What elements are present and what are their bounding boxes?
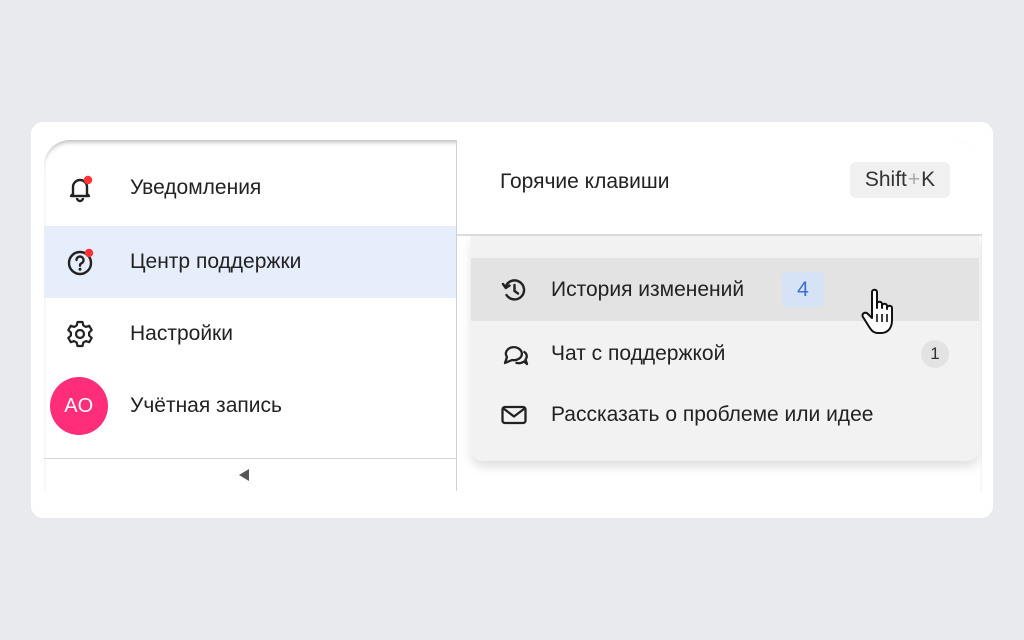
menu-item-label: Чат с поддержкой bbox=[551, 341, 726, 365]
changes-count-badge: 4 bbox=[782, 272, 824, 307]
mail-icon bbox=[499, 400, 529, 430]
shortcut-badge: Shift + K bbox=[850, 162, 950, 198]
shortcut-key: Shift bbox=[864, 168, 907, 191]
hotkeys-label: Горячие клавиши bbox=[500, 170, 670, 193]
menu-item-label: История изменений bbox=[551, 277, 745, 301]
unread-count-badge: 1 bbox=[921, 339, 949, 368]
right-panel: Горячие клавиши Shift + K История изменени… bbox=[44, 140, 982, 491]
shortcut-key: K bbox=[921, 168, 936, 191]
history-icon bbox=[499, 275, 529, 305]
menu-item-feedback[interactable]: Рассказать о проблеме или идее bbox=[471, 383, 979, 446]
menu-item-label: Рассказать о проблеме или идее bbox=[551, 402, 874, 426]
chat-icon bbox=[499, 339, 529, 369]
support-menu: История изменений 4 Чат с поддержкой 1 Р… bbox=[471, 236, 979, 461]
shortcut-plus: + bbox=[907, 168, 921, 191]
hand-pointer-icon bbox=[860, 288, 904, 338]
